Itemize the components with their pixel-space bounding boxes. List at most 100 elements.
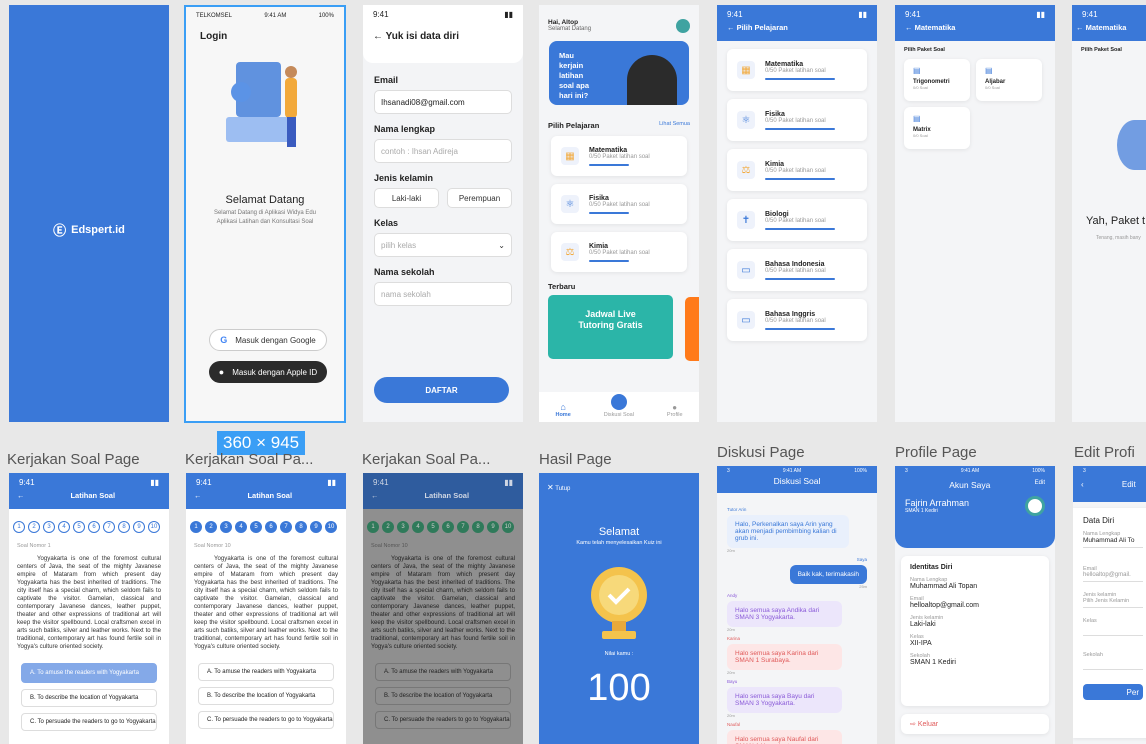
back-arrow-icon[interactable]: ← (371, 491, 379, 500)
name-field[interactable]: contoh : Ihsan Adireja (374, 139, 512, 163)
question-number-button[interactable]: 9 (133, 521, 145, 533)
edit-link[interactable]: Edit (1035, 480, 1045, 490)
gender-select[interactable]: Pilih Jenis Kelamin (1083, 598, 1143, 608)
subject-card[interactable]: ⚛ Fisika 0/50 Paket latihan soal (551, 184, 687, 224)
question-number-button[interactable]: 1 (13, 521, 25, 533)
close-icon: ✕ (547, 483, 554, 492)
package-card[interactable]: ▤ Matrix 0/0 Soal (904, 107, 970, 149)
promo-banner-2[interactable] (685, 297, 699, 361)
email-field[interactable]: helloaltop@gmail. (1083, 572, 1143, 582)
question-number-button[interactable]: 3 (220, 521, 232, 533)
question-passage: Yogyakarta is one of the foremost cultur… (17, 555, 161, 650)
question-number-button[interactable]: 10 (148, 521, 160, 533)
document-icon: ▤ (913, 66, 921, 75)
back-arrow-icon[interactable]: ← (194, 491, 202, 500)
back-arrow-icon[interactable]: ← (373, 31, 383, 42)
subject-card[interactable]: ⚖ Kimia 0/50 Paket latihan soal (551, 232, 687, 272)
answer-option[interactable]: B. To describe the location of Yogyakart… (21, 689, 157, 707)
answer-option[interactable]: C. To persuade the readers to go to Yogy… (198, 711, 334, 729)
question-number-button[interactable]: 2 (205, 521, 217, 533)
subject-card[interactable]: ▦ Matematika 0/50 Paket latihan soal (551, 136, 687, 176)
question-number-button[interactable]: 2 (28, 521, 40, 533)
question-number-button[interactable]: 10 (325, 521, 337, 533)
promo-banner[interactable]: Jadwal Live Tutoring Gratis (548, 295, 673, 359)
question-number-button[interactable]: 5 (73, 521, 85, 533)
answer-option[interactable]: C. To persuade the readers to go to Yogy… (375, 711, 511, 729)
question-number-button[interactable]: 6 (442, 521, 454, 533)
subject-card[interactable]: ✝ Biologi 0/50 Paket latihan soal (727, 199, 867, 241)
back-arrow-icon[interactable]: ← (1076, 23, 1084, 32)
question-number-button[interactable]: 9 (310, 521, 322, 533)
logout-button[interactable]: ⇨ Keluar (901, 714, 1049, 734)
question-number-button[interactable]: 8 (472, 521, 484, 533)
nav-discussion[interactable]: Diskusi Soal (604, 394, 634, 418)
answer-option[interactable]: A. To amuse the readers with Yogyakarta (375, 663, 511, 681)
register-header: 9:41 ▮▮ ← Yuk isi data diri (363, 5, 523, 63)
question-number-button[interactable]: 1 (367, 521, 379, 533)
google-login-button[interactable]: G Masuk dengan Google (209, 329, 327, 351)
back-arrow-icon[interactable]: ← (727, 23, 735, 32)
avatar[interactable] (676, 19, 690, 33)
answer-option[interactable]: C. To persuade the readers to go to Yogy… (21, 713, 157, 731)
question-number-button[interactable]: 6 (265, 521, 277, 533)
nav-profile[interactable]: ● Profile (667, 403, 683, 418)
class-select[interactable]: pilih kelas ⌄ (374, 233, 512, 257)
gender-female-button[interactable]: Perempuan (447, 188, 512, 208)
see-all-link[interactable]: Lihat Semua (659, 121, 690, 130)
question-number-button[interactable]: 4 (235, 521, 247, 533)
apple-login-button[interactable]: ● Masuk dengan Apple ID (209, 361, 327, 383)
question-number-button[interactable]: 3 (43, 521, 55, 533)
question-number-button[interactable]: 2 (382, 521, 394, 533)
math-icon: ▦ (737, 61, 755, 79)
question-number-button[interactable]: 5 (250, 521, 262, 533)
avatar[interactable] (1025, 496, 1045, 516)
chat-message: Bayu Halo semua saya Bayu dari SMAN 3 Yo… (727, 679, 867, 718)
back-arrow-icon[interactable]: ← (905, 23, 913, 32)
subject-card[interactable]: ⚖ Kimia 0/50 Paket latihan soal (727, 149, 867, 191)
close-button[interactable]: ✕ Tutup (539, 473, 699, 502)
gender-male-button[interactable]: Laki-laki (374, 188, 439, 208)
back-chevron-icon[interactable]: ‹ (1081, 480, 1084, 489)
answer-option[interactable]: A. To amuse the readers with Yogyakarta (198, 663, 334, 681)
question-passage: Yogyakarta is one of the foremost cultur… (194, 555, 338, 650)
subject-card[interactable]: ▦ Matematika 0/50 Paket latihan soal (727, 49, 867, 91)
frame-label: Hasil Page (539, 451, 612, 468)
discussion-screen: 3 9:41 AM 100% Diskusi Soal Tutor Arin Hal… (717, 466, 877, 744)
question-number-button[interactable]: 3 (397, 521, 409, 533)
question-number-button[interactable]: 6 (88, 521, 100, 533)
question-number-button[interactable]: 5 (427, 521, 439, 533)
email-field[interactable]: Ihsanadi08@gmail.com (374, 90, 512, 114)
register-button[interactable]: DAFTAR (374, 377, 509, 403)
question-number-button[interactable]: 7 (457, 521, 469, 533)
question-number-button[interactable]: 4 (412, 521, 424, 533)
question-number-button[interactable]: 1 (190, 521, 202, 533)
back-arrow-icon[interactable]: ← (17, 491, 25, 500)
package-card[interactable]: ▤ Trigonometri 0/0 Soal (904, 59, 970, 101)
save-button[interactable]: Per (1083, 684, 1143, 700)
class-field[interactable] (1083, 624, 1143, 636)
question-number-button[interactable]: 7 (103, 521, 115, 533)
question-number-button[interactable]: 8 (118, 521, 130, 533)
question-number-button[interactable]: 4 (58, 521, 70, 533)
question-number-button[interactable]: 9 (487, 521, 499, 533)
result-title: Selamat (598, 526, 640, 538)
name-field[interactable]: Muhammad Ali To (1083, 537, 1143, 548)
question-number-button[interactable]: 7 (280, 521, 292, 533)
question-number-button[interactable]: 8 (295, 521, 307, 533)
question-number-button[interactable]: 10 (502, 521, 514, 533)
chevron-down-icon: ⌄ (498, 240, 505, 250)
package-card[interactable]: ▤ Aljabar 0/0 Soal (976, 59, 1042, 101)
question-passage: Yogyakarta is one of the foremost cultur… (371, 555, 515, 650)
nav-home[interactable]: ⌂ Home (555, 402, 570, 418)
subject-card[interactable]: ▭ Bahasa Inggris 0/50 Paket latihan soal (727, 299, 867, 341)
school-field[interactable]: nama sekolah (374, 282, 512, 306)
answer-option[interactable]: A. To amuse the readers with Yogyakarta (21, 663, 157, 683)
register-title: ← Yuk isi data diri (373, 31, 459, 42)
answer-option[interactable]: B. To describe the location of Yogyakart… (198, 687, 334, 705)
home-banner[interactable]: Mau kerjain latihan soal apa hari ini? (549, 41, 689, 105)
subject-card[interactable]: ▭ Bahasa Indonesia 0/50 Paket latihan soal (727, 249, 867, 291)
subject-card[interactable]: ⚛ Fisika 0/50 Paket latihan soal (727, 99, 867, 141)
splash-logo: Ⓔ Edspert.id (9, 220, 169, 239)
answer-option[interactable]: B. To describe the location of Yogyakart… (375, 687, 511, 705)
school-field[interactable] (1083, 658, 1143, 670)
